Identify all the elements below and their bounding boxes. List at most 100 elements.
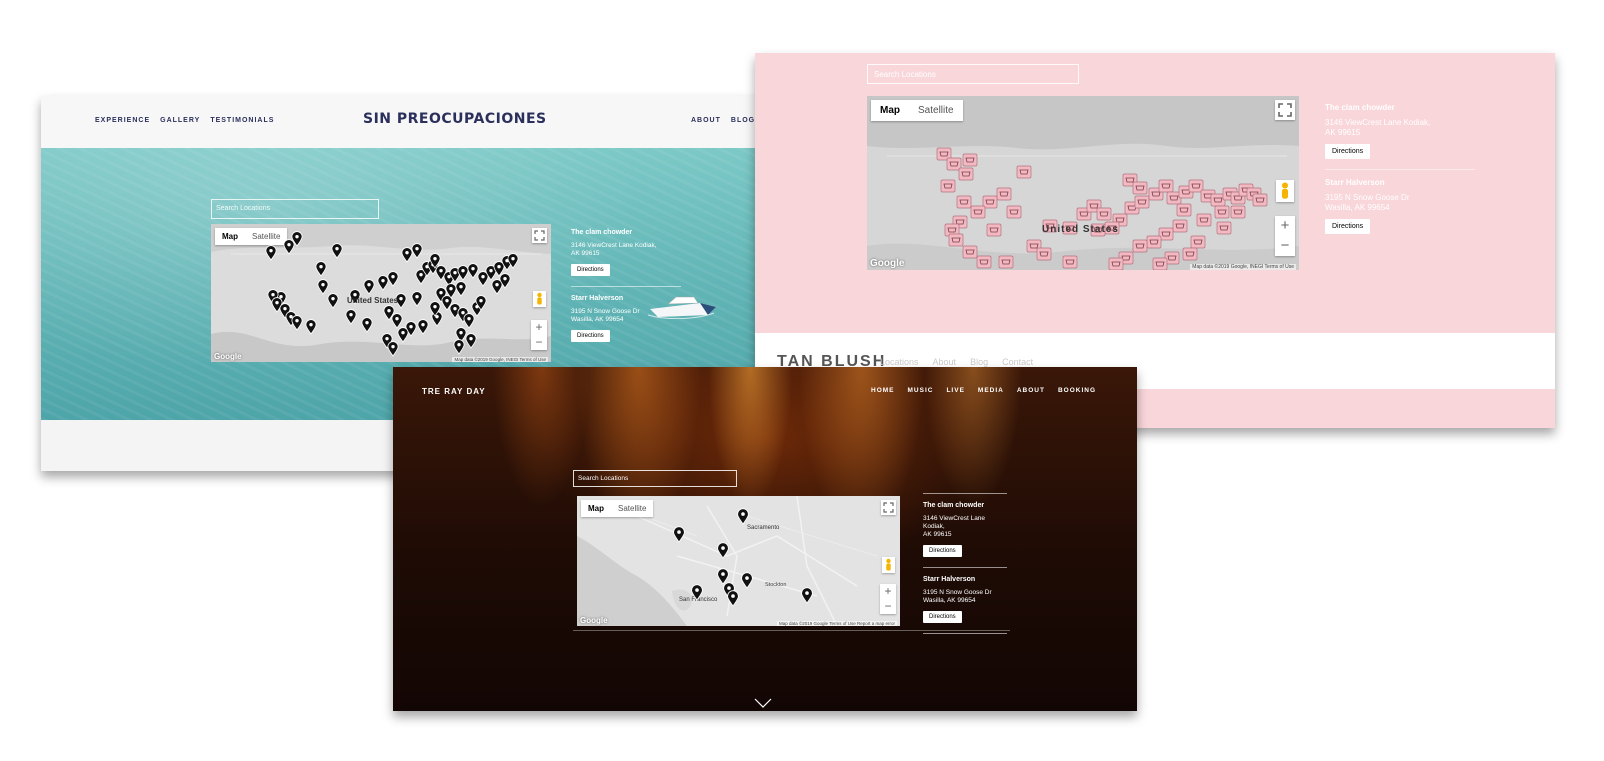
location-name[interactable]: The clam chowder xyxy=(571,229,681,236)
pink-cart-marker-icon[interactable] xyxy=(1214,205,1230,219)
pink-cart-marker-icon[interactable] xyxy=(946,157,962,171)
map-pin-icon[interactable] xyxy=(417,319,429,335)
pink-cart-marker-icon[interactable] xyxy=(1182,247,1198,261)
nav-blog[interactable]: BLOG xyxy=(731,117,755,124)
pink-cart-marker-icon[interactable] xyxy=(976,255,992,269)
map-pin-icon[interactable] xyxy=(387,271,399,287)
nav-testimonials[interactable]: TESTIMONIALS xyxy=(210,117,274,124)
location-name[interactable]: The clam chowder xyxy=(1325,103,1475,112)
directions-button[interactable]: Directions xyxy=(571,264,610,276)
nav-blog[interactable]: Blog xyxy=(970,357,988,367)
pink-cart-marker-icon[interactable] xyxy=(1216,221,1232,235)
pink-cart-marker-icon[interactable] xyxy=(958,167,974,181)
nav-media[interactable]: MEDIA xyxy=(978,387,1004,394)
search-locations-input[interactable]: Search Locations xyxy=(573,470,737,487)
directions-button[interactable]: Directions xyxy=(923,545,962,557)
pink-cart-marker-icon[interactable] xyxy=(1134,195,1150,209)
directions-button[interactable]: Directions xyxy=(923,611,962,623)
map-pin-icon[interactable] xyxy=(717,568,729,585)
map-pin-icon[interactable] xyxy=(467,263,479,279)
map-pin-icon[interactable] xyxy=(283,239,295,255)
map-pin-icon[interactable] xyxy=(315,261,327,277)
directions-button[interactable]: Directions xyxy=(1325,144,1371,159)
pink-cart-marker-icon[interactable] xyxy=(1176,203,1192,217)
pink-cart-marker-icon[interactable] xyxy=(956,195,972,209)
nav-gallery[interactable]: GALLERY xyxy=(160,117,200,124)
location-name[interactable]: The clam chowder xyxy=(923,502,1007,509)
store-locator-map[interactable]: Map Satellite + − United States Google M… xyxy=(867,96,1299,270)
pink-cart-marker-icon[interactable] xyxy=(996,187,1012,201)
nav-locations[interactable]: Locations xyxy=(880,357,919,367)
pink-cart-marker-icon[interactable] xyxy=(1190,235,1206,249)
nav-live[interactable]: LIVE xyxy=(946,387,964,394)
location-name[interactable]: Starr Halverson xyxy=(923,576,1007,583)
search-locations-input[interactable]: Search Locations xyxy=(867,64,1079,84)
map-pin-icon[interactable] xyxy=(397,327,409,343)
map-pin-icon[interactable] xyxy=(327,293,339,309)
location-name[interactable]: Starr Halverson xyxy=(1325,178,1475,187)
map-pin-icon[interactable] xyxy=(401,247,413,263)
pink-cart-marker-icon[interactable] xyxy=(1036,247,1052,261)
pink-cart-marker-icon[interactable] xyxy=(962,153,978,167)
map-pin-icon[interactable] xyxy=(453,339,465,355)
map-pin-icon[interactable] xyxy=(727,590,739,607)
directions-button[interactable]: Directions xyxy=(571,330,610,342)
map-pin-icon[interactable] xyxy=(345,309,357,325)
map-pin-icon[interactable] xyxy=(377,275,389,291)
pink-cart-marker-icon[interactable] xyxy=(1196,213,1212,227)
pink-cart-marker-icon[interactable] xyxy=(1132,181,1148,195)
map-pin-icon[interactable] xyxy=(673,526,685,543)
nav-about[interactable]: ABOUT xyxy=(1017,387,1045,394)
pink-cart-marker-icon[interactable] xyxy=(1006,205,1022,219)
pink-cart-marker-icon[interactable] xyxy=(998,255,1014,269)
nav-music[interactable]: MUSIC xyxy=(908,387,934,394)
pink-cart-marker-icon[interactable] xyxy=(1146,235,1162,249)
nav-booking[interactable]: BOOKING xyxy=(1058,387,1096,394)
map-attribution[interactable]: Map data ©2019 Google, INEGI Terms of Us… xyxy=(1190,264,1296,270)
map-pin-icon[interactable] xyxy=(331,243,343,259)
map-pin-icon[interactable] xyxy=(291,315,303,331)
map-attribution[interactable]: Map data ©2019 Google Terms of Use Repor… xyxy=(776,621,897,626)
pink-cart-marker-icon[interactable] xyxy=(1252,193,1268,207)
map-pin-icon[interactable] xyxy=(455,281,467,297)
map-pin-icon[interactable] xyxy=(317,279,329,295)
site-brand[interactable]: TRE RAY DAY xyxy=(422,387,486,396)
directions-button[interactable]: Directions xyxy=(1325,219,1371,234)
pink-cart-marker-icon[interactable] xyxy=(1158,179,1174,193)
site-logo[interactable]: SIN PREOCUPACIONES xyxy=(363,111,547,127)
pink-cart-marker-icon[interactable] xyxy=(1016,165,1032,179)
map-pin-icon[interactable] xyxy=(391,313,403,329)
pink-cart-marker-icon[interactable] xyxy=(1172,219,1188,233)
map-pin-icon[interactable] xyxy=(717,542,729,559)
pink-cart-marker-icon[interactable] xyxy=(948,233,964,247)
map-pin-icon[interactable] xyxy=(361,317,373,333)
map-pin-icon[interactable] xyxy=(801,587,813,604)
nav-about[interactable]: ABOUT xyxy=(691,117,721,124)
map-pin-icon[interactable] xyxy=(363,279,375,295)
nav-home[interactable]: HOME xyxy=(871,387,895,394)
pink-cart-marker-icon[interactable] xyxy=(1108,257,1124,270)
map-pin-icon[interactable] xyxy=(457,265,469,281)
pink-cart-marker-icon[interactable] xyxy=(1152,257,1168,270)
pink-cart-marker-icon[interactable] xyxy=(1230,205,1246,219)
nav-about[interactable]: About xyxy=(933,357,957,367)
pink-cart-marker-icon[interactable] xyxy=(940,179,956,193)
pink-cart-marker-icon[interactable] xyxy=(962,245,978,259)
map-pin-icon[interactable] xyxy=(387,341,399,357)
chevron-down-icon[interactable] xyxy=(753,697,773,709)
pink-cart-marker-icon[interactable] xyxy=(1132,239,1148,253)
pink-cart-marker-icon[interactable] xyxy=(1188,179,1204,193)
pink-cart-marker-icon[interactable] xyxy=(970,205,986,219)
pink-cart-marker-icon[interactable] xyxy=(986,223,1002,237)
pink-cart-marker-icon[interactable] xyxy=(1062,255,1078,269)
map-pin-icon[interactable] xyxy=(265,245,277,261)
store-locator-map[interactable]: Map Satellite + − United States Google M… xyxy=(211,224,551,362)
store-locator-map[interactable]: Map Satellite + − Sacramento San Francis… xyxy=(577,496,900,626)
map-attribution[interactable]: Map data ©2019 Google, INEGI Terms of Us… xyxy=(452,357,548,362)
map-pin-icon[interactable] xyxy=(465,333,477,349)
map-pin-icon[interactable] xyxy=(737,508,749,525)
map-pin-icon[interactable] xyxy=(411,243,423,259)
map-pin-icon[interactable] xyxy=(411,291,423,307)
map-pin-icon[interactable] xyxy=(305,319,317,335)
pink-cart-marker-icon[interactable] xyxy=(1096,207,1112,221)
